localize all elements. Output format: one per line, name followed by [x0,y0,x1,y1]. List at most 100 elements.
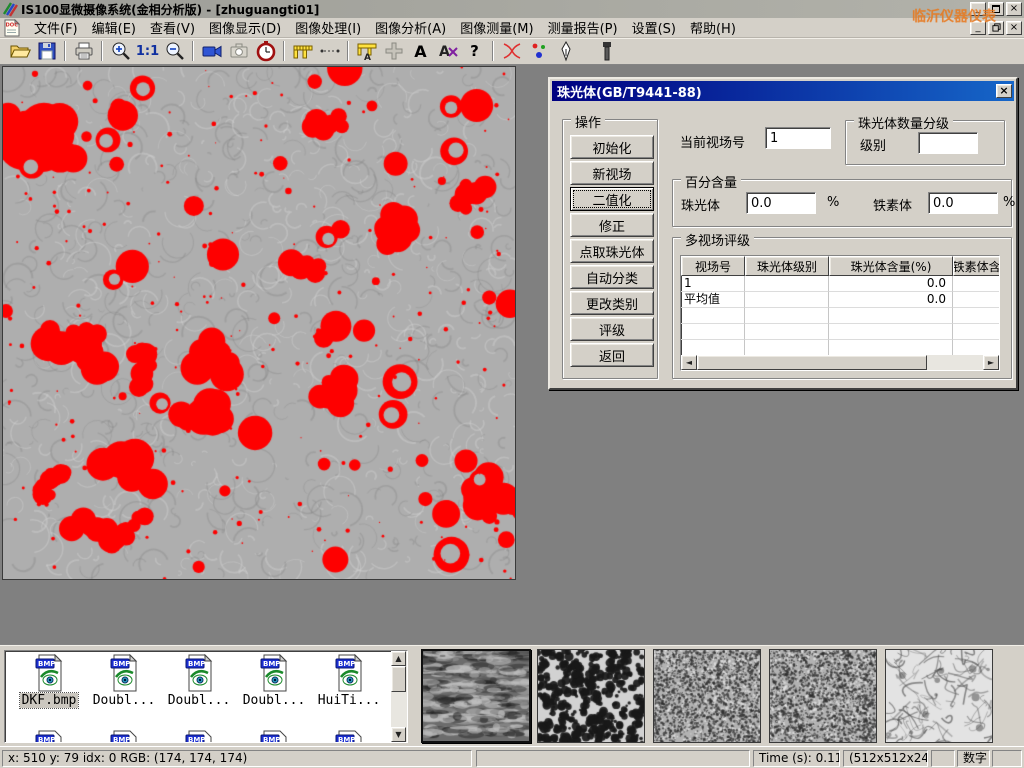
move-cross-icon[interactable] [380,39,407,63]
scrollbar-thumb[interactable] [697,355,927,370]
level-input[interactable] [918,132,978,154]
percent-group: 百分含量 珠光体 % 铁素体 % [672,179,1012,227]
col-field[interactable]: 视场号 [681,256,745,276]
menu-image-processing[interactable]: 图像处理(I) [288,16,368,39]
file-item[interactable]: BMP HuiTi... [313,654,385,708]
status-position: x: 510 y: 79 idx: 0 RGB: (174, 174, 174) [2,750,472,767]
table-row-empty [681,308,999,324]
file-name[interactable]: DKF.bmp [20,693,79,708]
col-grade[interactable]: 珠光体级别 [745,256,829,276]
menu-image-measure[interactable]: 图像测量(M) [453,16,540,39]
file-name[interactable]: Doubl... [241,693,308,708]
col-ferrite[interactable]: 铁素体含量(%) [953,256,1000,276]
file-item[interactable]: BMP Doubl... [238,654,310,708]
camera-icon[interactable] [225,39,252,63]
menu-settings[interactable]: 设置(S) [625,16,683,39]
close-icon[interactable]: × [1006,2,1022,16]
toolbar-separator [347,41,349,61]
document-icon[interactable]: DOC [3,19,21,37]
file-item[interactable]: BMP Doubl... [163,654,235,708]
toolbar: 1:1 A A A ? [0,38,1024,65]
help-icon[interactable]: ? [461,39,488,63]
table-horizontal-scrollbar[interactable]: ◄ ► [681,355,999,370]
file-item[interactable]: BMP [13,730,85,743]
menu-measure-report[interactable]: 测量报告(P) [541,16,625,39]
menu-help[interactable]: 帮助(H) [683,16,743,39]
thumbnail-2[interactable] [537,649,645,743]
print-icon[interactable] [70,39,97,63]
menu-edit[interactable]: 编辑(E) [85,16,143,39]
marker-dots-icon[interactable] [525,39,552,63]
status-mode: 数字 [957,750,990,767]
thumbnail-3[interactable] [653,649,761,743]
child-close-icon[interactable]: × [1006,21,1022,35]
menu-view[interactable]: 查看(V) [143,16,202,39]
file-browser[interactable]: BMP DKF.bmp BMP Doubl... [4,650,408,743]
bmp-file-icon: BMP [109,654,139,692]
save-icon[interactable] [33,39,60,63]
ruler-icon[interactable] [316,39,343,63]
file-item[interactable]: BMP [313,730,385,743]
return-button[interactable]: 返回 [570,343,654,367]
current-field-input[interactable] [765,127,831,149]
dialog-title-bar[interactable]: 珠光体(GB/T9441-88) × [552,81,1014,101]
micrograph-image[interactable] [3,67,515,579]
scroll-down-icon[interactable]: ▼ [391,727,406,742]
video-camera-icon[interactable] [198,39,225,63]
scroll-right-icon[interactable]: ► [983,355,999,370]
menu-image-display[interactable]: 图像显示(D) [202,16,288,39]
ferrite-percent-input[interactable] [928,192,998,214]
col-pearlite[interactable]: 珠光体含量(%) [829,256,953,276]
file-name[interactable]: HuiTi... [316,693,383,708]
curve-tool-icon[interactable] [498,39,525,63]
file-name[interactable]: Doubl... [166,693,233,708]
dialog-close-icon[interactable]: × [996,84,1012,98]
table-row[interactable]: 1 0.0 [681,276,999,292]
svg-text:DOC: DOC [6,22,19,28]
scrollbar-thumb[interactable] [391,666,406,692]
pen-icon[interactable] [552,39,579,63]
text-icon[interactable]: A [407,39,434,63]
grade-button[interactable]: 评级 [570,317,654,341]
change-class-button[interactable]: 更改类别 [570,291,654,315]
file-item[interactable]: BMP [163,730,235,743]
workspace: 珠光体(GB/T9441-88) × 操作 初始化 新视场 二值化 修正 点取珠… [0,65,1024,645]
open-folder-icon[interactable] [6,39,33,63]
pick-pearlite-button[interactable]: 点取珠光体 [570,239,654,263]
menu-image-analysis[interactable]: 图像分析(A) [368,16,453,39]
menu-file[interactable]: 文件(F) [27,16,85,39]
correct-button[interactable]: 修正 [570,213,654,237]
rating-table[interactable]: 视场号 珠光体级别 珠光体含量(%) 铁素体含量(%) 1 0.0 平均值 0.… [680,255,1000,371]
init-button[interactable]: 初始化 [570,135,654,159]
timer-icon[interactable] [252,39,279,63]
table-row-empty [681,324,999,340]
table-row[interactable]: 平均值 0.0 [681,292,999,308]
bmp-file-icon: BMP [184,654,214,692]
text-delete-icon[interactable]: A [434,39,461,63]
file-name[interactable]: Doubl... [91,693,158,708]
zoom-in-icon[interactable] [107,39,134,63]
new-field-button[interactable]: 新视场 [570,161,654,185]
actual-size-icon[interactable]: 1:1 [134,39,161,63]
auto-classify-button[interactable]: 自动分类 [570,265,654,289]
scroll-up-icon[interactable]: ▲ [391,651,406,666]
caliper-icon[interactable] [289,39,316,63]
scroll-left-icon[interactable]: ◄ [681,355,697,370]
svg-text:BMP: BMP [263,736,280,743]
file-browser-scrollbar[interactable]: ▲ ▼ [391,651,407,742]
pearlite-percent-input[interactable] [746,192,816,214]
watermark-text: 临沂仪器仪表 [912,6,996,26]
file-item[interactable]: BMP [88,730,160,743]
thumbnail-5[interactable] [885,649,993,743]
thumbnail-4[interactable] [769,649,877,743]
thumbnail-1[interactable] [421,649,531,743]
file-item[interactable]: BMP [238,730,310,743]
zoom-out-icon[interactable] [161,39,188,63]
measure-text-icon[interactable]: A [353,39,380,63]
grading-group: 珠光体数量分级 级别 [845,120,1005,165]
binarize-button[interactable]: 二值化 [570,187,654,211]
file-item[interactable]: BMP Doubl... [88,654,160,708]
brush-icon[interactable] [593,39,620,63]
bottom-panel: BMP DKF.bmp BMP Doubl... [0,645,1024,746]
file-item[interactable]: BMP DKF.bmp [13,654,85,708]
